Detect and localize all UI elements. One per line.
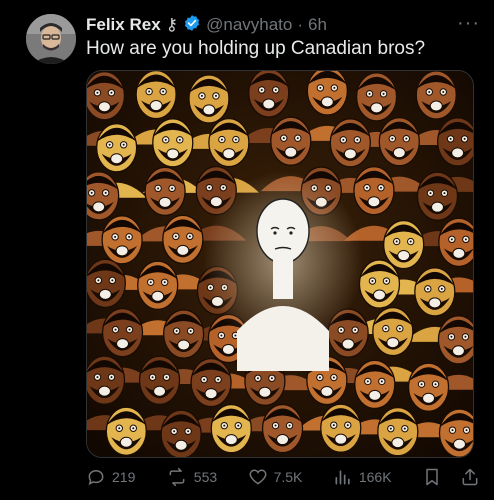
tweet-image[interactable]: [86, 70, 474, 458]
heart-icon: [249, 469, 267, 485]
avatar[interactable]: [26, 14, 76, 64]
tweet-header: Felix Rex ⚷ @navyhato · 6h: [86, 14, 482, 36]
repost-button[interactable]: 553: [166, 467, 217, 487]
view-count: 166K: [358, 469, 392, 485]
views-button[interactable]: 166K: [333, 467, 392, 487]
action-bar: 219 553 7.5K 166K: [86, 464, 480, 490]
tweet-text: How are you holding up Canadian bros?: [86, 38, 426, 59]
timestamp[interactable]: 6h: [308, 15, 327, 35]
reply-button[interactable]: 219: [86, 467, 135, 487]
like-count: 7.5K: [273, 469, 303, 485]
avatar-photo: [26, 14, 76, 64]
repost-icon: [169, 467, 185, 487]
author-handle[interactable]: @navyhato: [206, 15, 292, 35]
share-button[interactable]: [460, 467, 480, 487]
verified-badge-icon: [183, 14, 201, 37]
reply-icon: [88, 469, 104, 486]
reply-count: 219: [112, 469, 136, 485]
bookmark-button[interactable]: [422, 467, 442, 487]
author-symbol: ⚷: [165, 15, 179, 34]
bookmark-icon: [426, 468, 438, 486]
author-name[interactable]: Felix Rex: [86, 15, 161, 35]
more-options-icon[interactable]: ···: [457, 12, 480, 35]
separator-dot: ·: [297, 15, 304, 34]
secondary-actions: [422, 467, 480, 487]
wojak-crowd-image: [87, 71, 473, 457]
share-icon: [462, 468, 478, 486]
views-icon: [335, 470, 350, 485]
repost-count: 553: [193, 469, 218, 485]
like-button[interactable]: 7.5K: [248, 467, 303, 487]
